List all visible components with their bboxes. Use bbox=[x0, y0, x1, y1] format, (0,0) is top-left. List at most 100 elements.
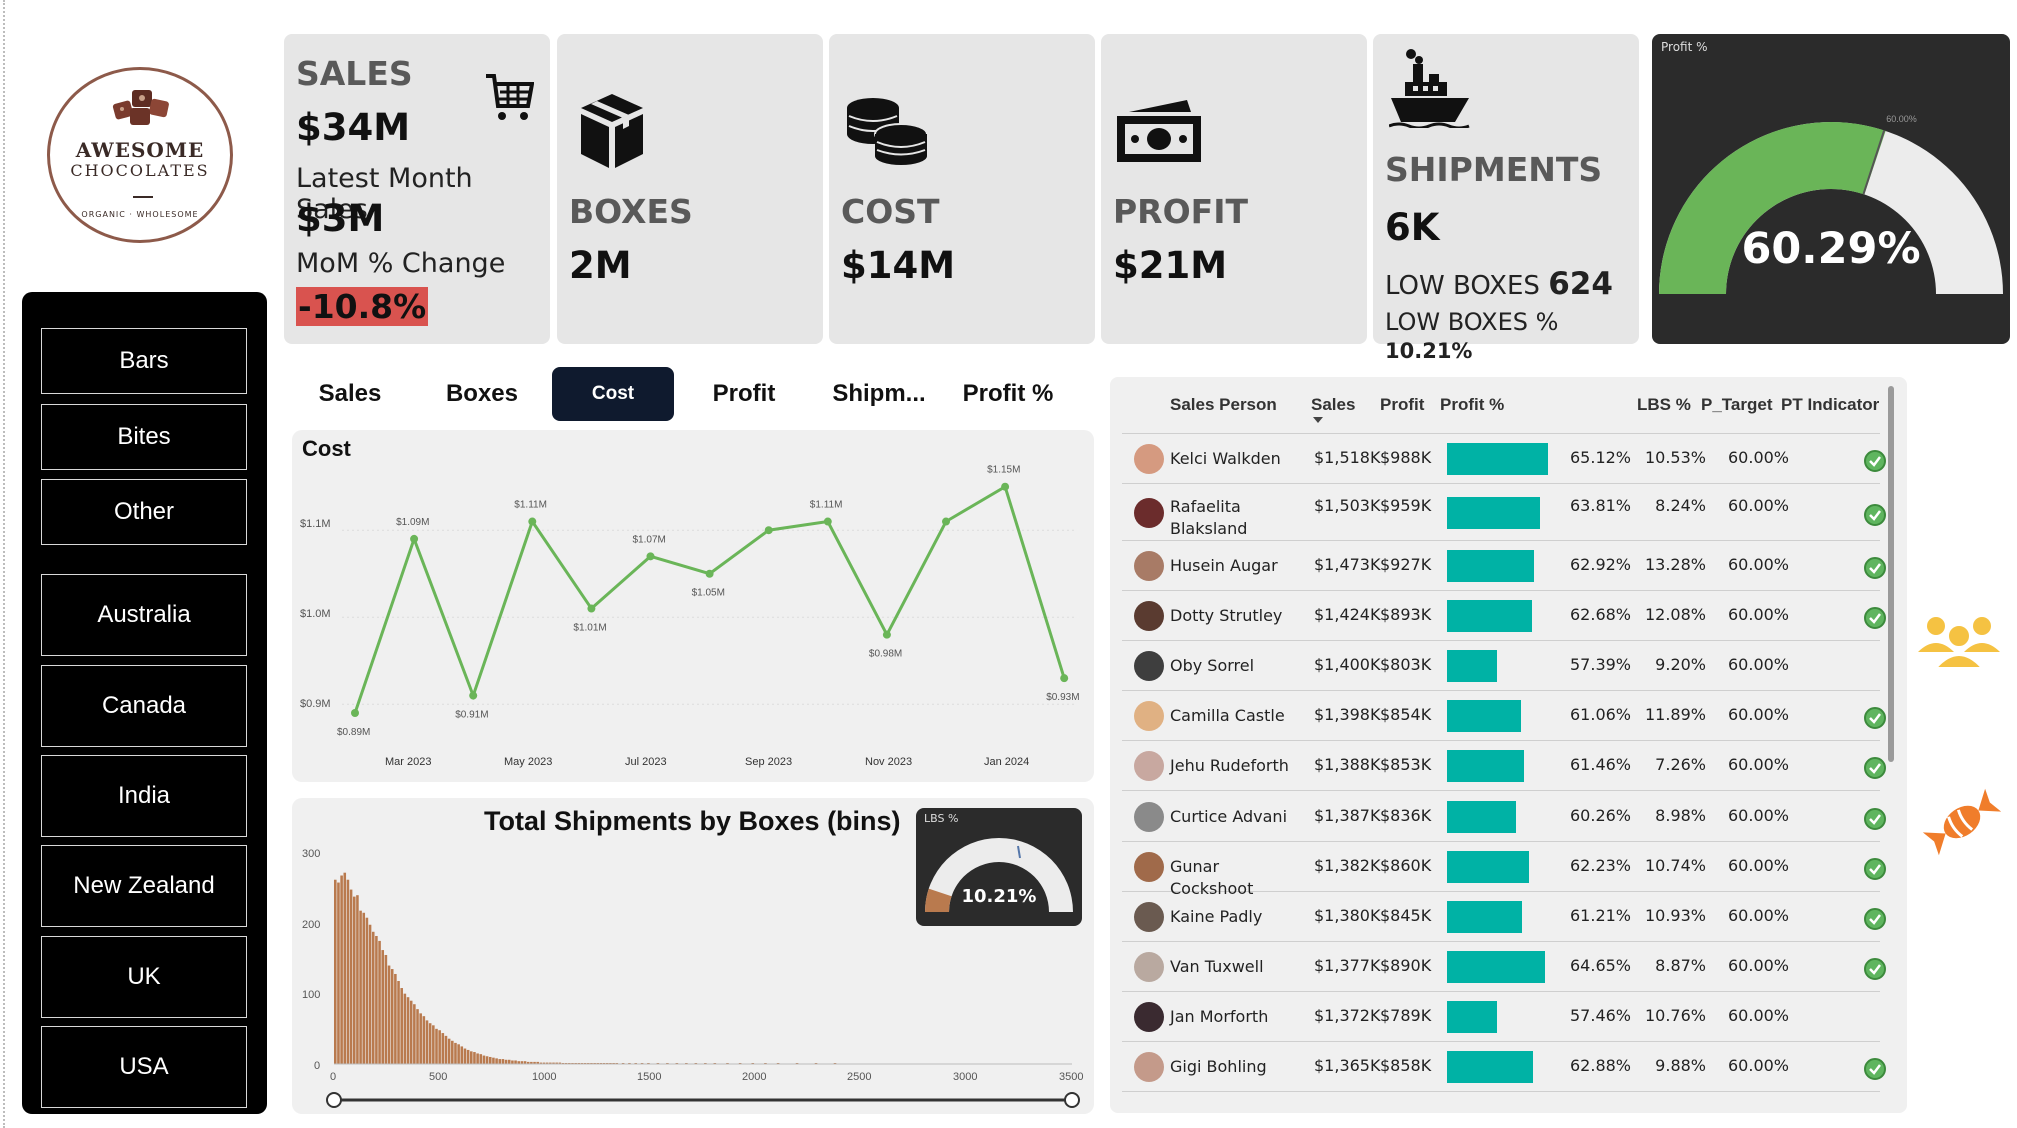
histogram-bar[interactable] bbox=[352, 896, 356, 1064]
histogram-bar[interactable] bbox=[340, 875, 343, 1064]
range-slider-max-handle[interactable] bbox=[1064, 1092, 1080, 1108]
table-row[interactable]: Gunar Cockshoot $1,382K $860K 62.23% 10.74% 6… bbox=[1122, 842, 1886, 898]
slicer-india[interactable]: India bbox=[41, 755, 247, 837]
histogram-bar[interactable] bbox=[416, 1009, 419, 1064]
histogram-bar[interactable] bbox=[362, 912, 366, 1064]
histogram-bar[interactable] bbox=[482, 1055, 486, 1064]
table-row[interactable]: Curtice Advani $1,387K $836K 60.26% 8.98% 60.… bbox=[1122, 791, 1886, 842]
col-header-profit[interactable]: Profit bbox=[1380, 395, 1424, 415]
histogram-bar[interactable] bbox=[343, 872, 347, 1064]
histogram-bar[interactable] bbox=[504, 1059, 508, 1064]
histogram-bar[interactable] bbox=[359, 910, 362, 1064]
cost-data-point[interactable] bbox=[705, 569, 714, 578]
histogram-bar[interactable] bbox=[409, 1000, 413, 1064]
cost-data-point[interactable] bbox=[764, 526, 773, 535]
histogram-bar[interactable] bbox=[444, 1035, 448, 1064]
slicer-uk[interactable]: UK bbox=[41, 936, 247, 1018]
histogram-bar[interactable] bbox=[384, 954, 388, 1064]
histogram-bar[interactable] bbox=[337, 882, 340, 1064]
col-header-lbs-pct[interactable]: LBS % bbox=[1637, 395, 1691, 415]
histogram-bar[interactable] bbox=[495, 1058, 498, 1064]
table-scrollbar[interactable] bbox=[1888, 386, 1894, 762]
histogram-bar[interactable] bbox=[356, 895, 359, 1064]
histogram-bar[interactable] bbox=[400, 988, 403, 1064]
cost-data-point[interactable] bbox=[528, 517, 537, 526]
histogram-bar[interactable] bbox=[441, 1033, 445, 1064]
histogram-bar[interactable] bbox=[479, 1054, 483, 1064]
col-header-sales-person[interactable]: Sales Person bbox=[1170, 395, 1277, 415]
histogram-bar[interactable] bbox=[368, 924, 372, 1064]
histogram-bar[interactable] bbox=[387, 965, 391, 1064]
histogram-bar[interactable] bbox=[454, 1042, 457, 1064]
table-row[interactable]: Oby Sorrel $1,400K $803K 57.39% 9.20% 60.00% bbox=[1122, 641, 1880, 691]
tab-boxes[interactable]: Boxes bbox=[420, 367, 544, 421]
table-row[interactable]: Jehu Rudeforth $1,388K $853K 61.46% 7.26% 60.… bbox=[1122, 741, 1886, 791]
histogram-bar[interactable] bbox=[438, 1030, 441, 1064]
histogram-bar[interactable] bbox=[476, 1053, 479, 1064]
cost-data-point[interactable] bbox=[942, 517, 950, 526]
tab-profit[interactable]: Profit bbox=[682, 367, 806, 421]
histogram-bar[interactable] bbox=[457, 1044, 460, 1064]
histogram-bar[interactable] bbox=[432, 1025, 435, 1064]
histogram-bar[interactable] bbox=[460, 1046, 464, 1064]
histogram-bar[interactable] bbox=[422, 1016, 426, 1064]
table-row[interactable]: Kelci Walkden $1,518K $988K 65.12% 10.53% 60.… bbox=[1122, 433, 1886, 484]
histogram-bar[interactable] bbox=[428, 1023, 432, 1064]
cost-data-point[interactable] bbox=[882, 630, 891, 639]
histogram-bar[interactable] bbox=[334, 879, 337, 1064]
histogram-bar[interactable] bbox=[346, 879, 350, 1064]
cost-data-point[interactable] bbox=[410, 534, 419, 543]
tab-sales[interactable]: Sales bbox=[288, 367, 412, 421]
histogram-bar[interactable] bbox=[435, 1028, 438, 1064]
slicer-canada[interactable]: Canada bbox=[41, 665, 247, 747]
histogram-bar[interactable] bbox=[365, 917, 369, 1064]
tab-shipments[interactable]: Shipm... bbox=[814, 367, 944, 421]
table-row[interactable]: Jan Morforth $1,372K $789K 57.46% 10.76% 60.0… bbox=[1122, 992, 1880, 1042]
cost-data-point[interactable] bbox=[351, 709, 359, 717]
cost-data-point[interactable] bbox=[646, 552, 655, 561]
cost-data-point[interactable] bbox=[1060, 674, 1069, 683]
histogram-bar[interactable] bbox=[381, 950, 385, 1064]
slicer-australia[interactable]: Australia bbox=[41, 574, 247, 656]
histogram-bar[interactable] bbox=[390, 969, 394, 1064]
table-row[interactable]: Husein Augar $1,473K $927K 62.92% 13.28% 60.0… bbox=[1122, 541, 1886, 591]
histogram-bar[interactable] bbox=[375, 935, 378, 1064]
histogram-bar[interactable] bbox=[397, 981, 400, 1064]
histogram-bar[interactable] bbox=[419, 1013, 422, 1064]
cost-data-point[interactable] bbox=[469, 691, 478, 700]
histogram-bar[interactable] bbox=[514, 1060, 517, 1064]
slicer-bars[interactable]: Bars bbox=[41, 328, 247, 394]
table-row[interactable]: Camilla Castle $1,398K $854K 61.06% 11.89% 60… bbox=[1122, 691, 1886, 741]
histogram-bar[interactable] bbox=[498, 1059, 502, 1064]
histogram-bar[interactable] bbox=[378, 940, 381, 1064]
histogram-bar[interactable] bbox=[425, 1020, 429, 1064]
slicer-other[interactable]: Other bbox=[41, 479, 247, 545]
histogram-bar[interactable] bbox=[492, 1057, 495, 1064]
tab-profit-pct[interactable]: Profit % bbox=[946, 367, 1070, 421]
histogram-bar[interactable] bbox=[488, 1056, 492, 1064]
slicer-new-zealand[interactable]: New Zealand bbox=[41, 845, 247, 927]
histogram-bar[interactable] bbox=[371, 931, 375, 1064]
histogram-bar[interactable] bbox=[413, 1004, 416, 1064]
histogram-bar[interactable] bbox=[403, 993, 407, 1064]
histogram-bar[interactable] bbox=[463, 1048, 467, 1064]
histogram-bar[interactable] bbox=[466, 1049, 470, 1064]
range-slider-min-handle[interactable] bbox=[326, 1092, 342, 1108]
table-row[interactable]: Gigi Bohling $1,365K $858K 62.88% 9.88% 60.00… bbox=[1122, 1042, 1886, 1092]
slicer-usa[interactable]: USA bbox=[41, 1026, 247, 1108]
cost-data-point[interactable] bbox=[587, 604, 596, 613]
col-header-profit-pct[interactable]: Profit % bbox=[1440, 395, 1504, 415]
histogram-bar[interactable] bbox=[511, 1060, 514, 1064]
histogram-bar[interactable] bbox=[349, 889, 353, 1064]
table-row[interactable]: Rafaelita Blaksland $1,503K $959K 63.81% 8.2… bbox=[1122, 484, 1886, 541]
table-row[interactable]: Van Tuxwell $1,377K $890K 64.65% 8.87% 60.00% bbox=[1122, 942, 1886, 992]
histogram-bar[interactable] bbox=[473, 1052, 476, 1064]
cost-data-point[interactable] bbox=[823, 517, 832, 526]
cost-data-point[interactable] bbox=[1001, 482, 1010, 491]
col-header-sales[interactable]: Sales bbox=[1311, 395, 1355, 415]
col-header-p-target[interactable]: P_Target bbox=[1701, 395, 1773, 415]
histogram-bar[interactable] bbox=[501, 1059, 505, 1064]
slicer-bites[interactable]: Bites bbox=[41, 404, 247, 470]
histogram-bar[interactable] bbox=[447, 1038, 451, 1064]
histogram-bar[interactable] bbox=[470, 1051, 473, 1064]
